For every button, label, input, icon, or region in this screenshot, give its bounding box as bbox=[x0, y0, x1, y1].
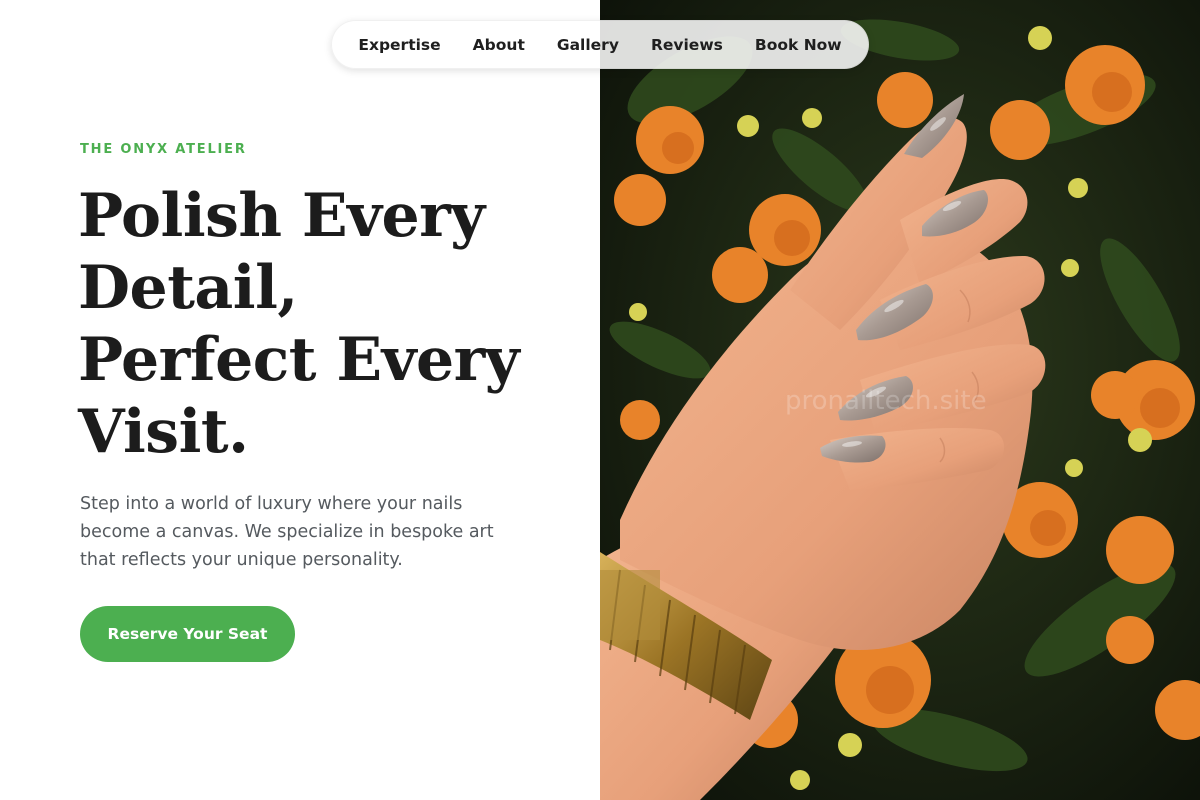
reserve-seat-button[interactable]: Reserve Your Seat bbox=[80, 606, 295, 662]
brand-eyebrow: THE ONYX ATELIER bbox=[80, 142, 247, 157]
main-nav: Expertise About Gallery Reviews Book Now bbox=[331, 20, 869, 69]
nav-link-expertise[interactable]: Expertise bbox=[358, 36, 440, 54]
nav-link-about[interactable]: About bbox=[473, 36, 525, 54]
hero-section: THE ONYX ATELIER Polish Every Detail, Pe… bbox=[0, 0, 600, 800]
headline-line: Visit. bbox=[78, 397, 249, 467]
watermark-text: pronailtech.site bbox=[785, 386, 987, 416]
headline-line: Detail, bbox=[78, 253, 298, 323]
hero-headline: Polish Every Detail, Perfect Every Visit… bbox=[78, 180, 578, 468]
nav-link-book-now[interactable]: Book Now bbox=[755, 36, 842, 54]
nav-link-reviews[interactable]: Reviews bbox=[651, 36, 723, 54]
headline-line: Perfect Every bbox=[78, 325, 520, 395]
hero-subtext: Step into a world of luxury where your n… bbox=[80, 494, 494, 570]
hero-photo: pronailtech.site bbox=[600, 0, 1200, 800]
nav-link-gallery[interactable]: Gallery bbox=[557, 36, 619, 54]
headline-line: Polish Every bbox=[78, 181, 485, 251]
